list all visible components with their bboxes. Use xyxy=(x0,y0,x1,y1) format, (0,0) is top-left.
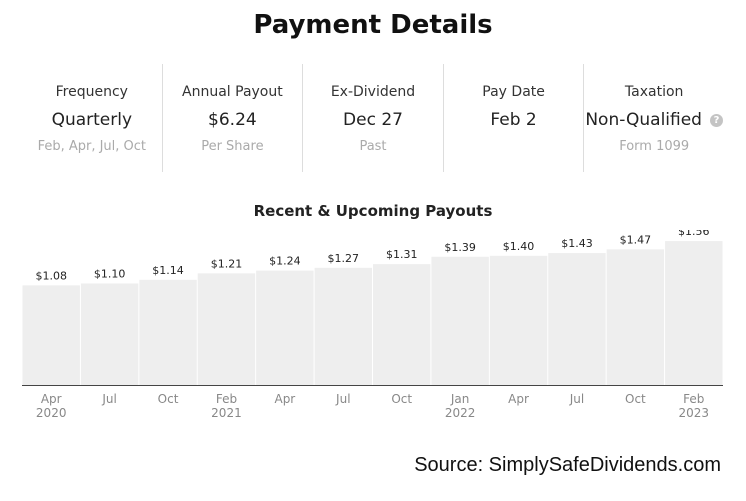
bar-value-label: $1.47 xyxy=(620,233,652,246)
bar-value-label: $1.40 xyxy=(503,240,535,253)
chart-bar xyxy=(665,241,723,385)
stat-value-text: Non-Qualified xyxy=(585,110,702,130)
stat-annual-payout: Annual Payout $6.24 Per Share xyxy=(163,64,304,172)
chart-bar xyxy=(548,253,606,385)
stat-sub: Per Share xyxy=(201,139,264,154)
stat-label: Pay Date xyxy=(482,84,545,100)
chart-bar xyxy=(373,264,431,385)
stat-ex-dividend: Ex-Dividend Dec 27 Past xyxy=(303,64,444,172)
x-tick-label: Feb xyxy=(216,392,237,406)
bar-value-label: $1.31 xyxy=(386,248,418,261)
chart-bar xyxy=(314,267,372,385)
stat-sub xyxy=(444,138,584,156)
x-tick-label: Oct xyxy=(625,392,646,406)
x-tick-label: Jan xyxy=(450,392,470,406)
chart-bar xyxy=(139,279,197,385)
bar-value-label: $1.24 xyxy=(269,255,301,268)
bar-value-label: $1.08 xyxy=(35,269,67,282)
stat-value: $6.24 xyxy=(208,110,257,130)
payout-bar-chart: $1.08Apr2020$1.10Jul$1.14Oct$1.21Feb2021… xyxy=(22,230,723,420)
bar-value-label: $1.27 xyxy=(328,252,360,265)
bar-value-label: $1.39 xyxy=(444,241,476,254)
x-tick-label: 2021 xyxy=(211,406,242,420)
page-title: Payment Details xyxy=(253,10,493,40)
bar-value-label: $1.10 xyxy=(94,268,126,281)
x-tick-label: 2020 xyxy=(36,406,67,420)
question-circle-icon[interactable]: ? xyxy=(709,114,723,127)
stat-value: Dec 27 xyxy=(343,110,403,130)
bar-value-label: $1.21 xyxy=(211,257,243,270)
bar-value-label: $1.14 xyxy=(152,264,184,277)
stat-sub: Feb, Apr, Jul, Oct xyxy=(37,139,147,154)
x-tick-label: Jul xyxy=(569,392,584,406)
chart-bar xyxy=(489,255,548,385)
stat-frequency: Frequency Quarterly Feb, Apr, Jul, Oct xyxy=(22,64,163,172)
x-tick-label: Jul xyxy=(335,392,350,406)
x-tick-label: Apr xyxy=(274,392,295,406)
chart-bar xyxy=(197,273,256,385)
x-tick-label: Oct xyxy=(158,392,179,406)
stat-label: Annual Payout xyxy=(182,84,283,100)
x-tick-label: Feb xyxy=(683,392,704,406)
x-tick-label: Apr xyxy=(41,392,62,406)
stat-value: Non-Qualified? xyxy=(584,108,724,132)
chart-bar xyxy=(80,283,139,385)
x-tick-label: 2022 xyxy=(445,406,476,420)
stat-label: Taxation xyxy=(624,84,684,100)
chart-title: Recent & Upcoming Payouts xyxy=(253,202,493,220)
source-credit: Source: SimplySafeDividends.com xyxy=(414,454,721,476)
x-tick-label: 2023 xyxy=(679,406,710,420)
stat-sub: Past xyxy=(359,139,387,154)
chart-bar xyxy=(431,256,489,385)
bar-value-label: $1.43 xyxy=(561,237,593,250)
stat-sub: Form 1099 xyxy=(619,139,690,154)
chart-bar xyxy=(22,285,80,385)
stat-pay-date: Pay Date Feb 2 xyxy=(444,64,585,172)
x-tick-label: Apr xyxy=(508,392,529,406)
x-tick-label: Oct xyxy=(391,392,412,406)
stat-taxation: Taxation Non-Qualified? Form 1099 xyxy=(584,64,724,172)
stat-label: Ex-Dividend xyxy=(330,84,416,100)
payment-stats: Frequency Quarterly Feb, Apr, Jul, Oct A… xyxy=(22,64,724,172)
x-tick-label: Jul xyxy=(101,392,116,406)
chart-bar xyxy=(606,249,665,385)
chart-bar xyxy=(256,270,314,385)
stat-value: Feb 2 xyxy=(490,110,537,130)
bar-value-label: $1.56 xyxy=(678,230,710,238)
stat-value: Quarterly xyxy=(51,110,133,130)
stat-label: Frequency xyxy=(55,84,128,100)
